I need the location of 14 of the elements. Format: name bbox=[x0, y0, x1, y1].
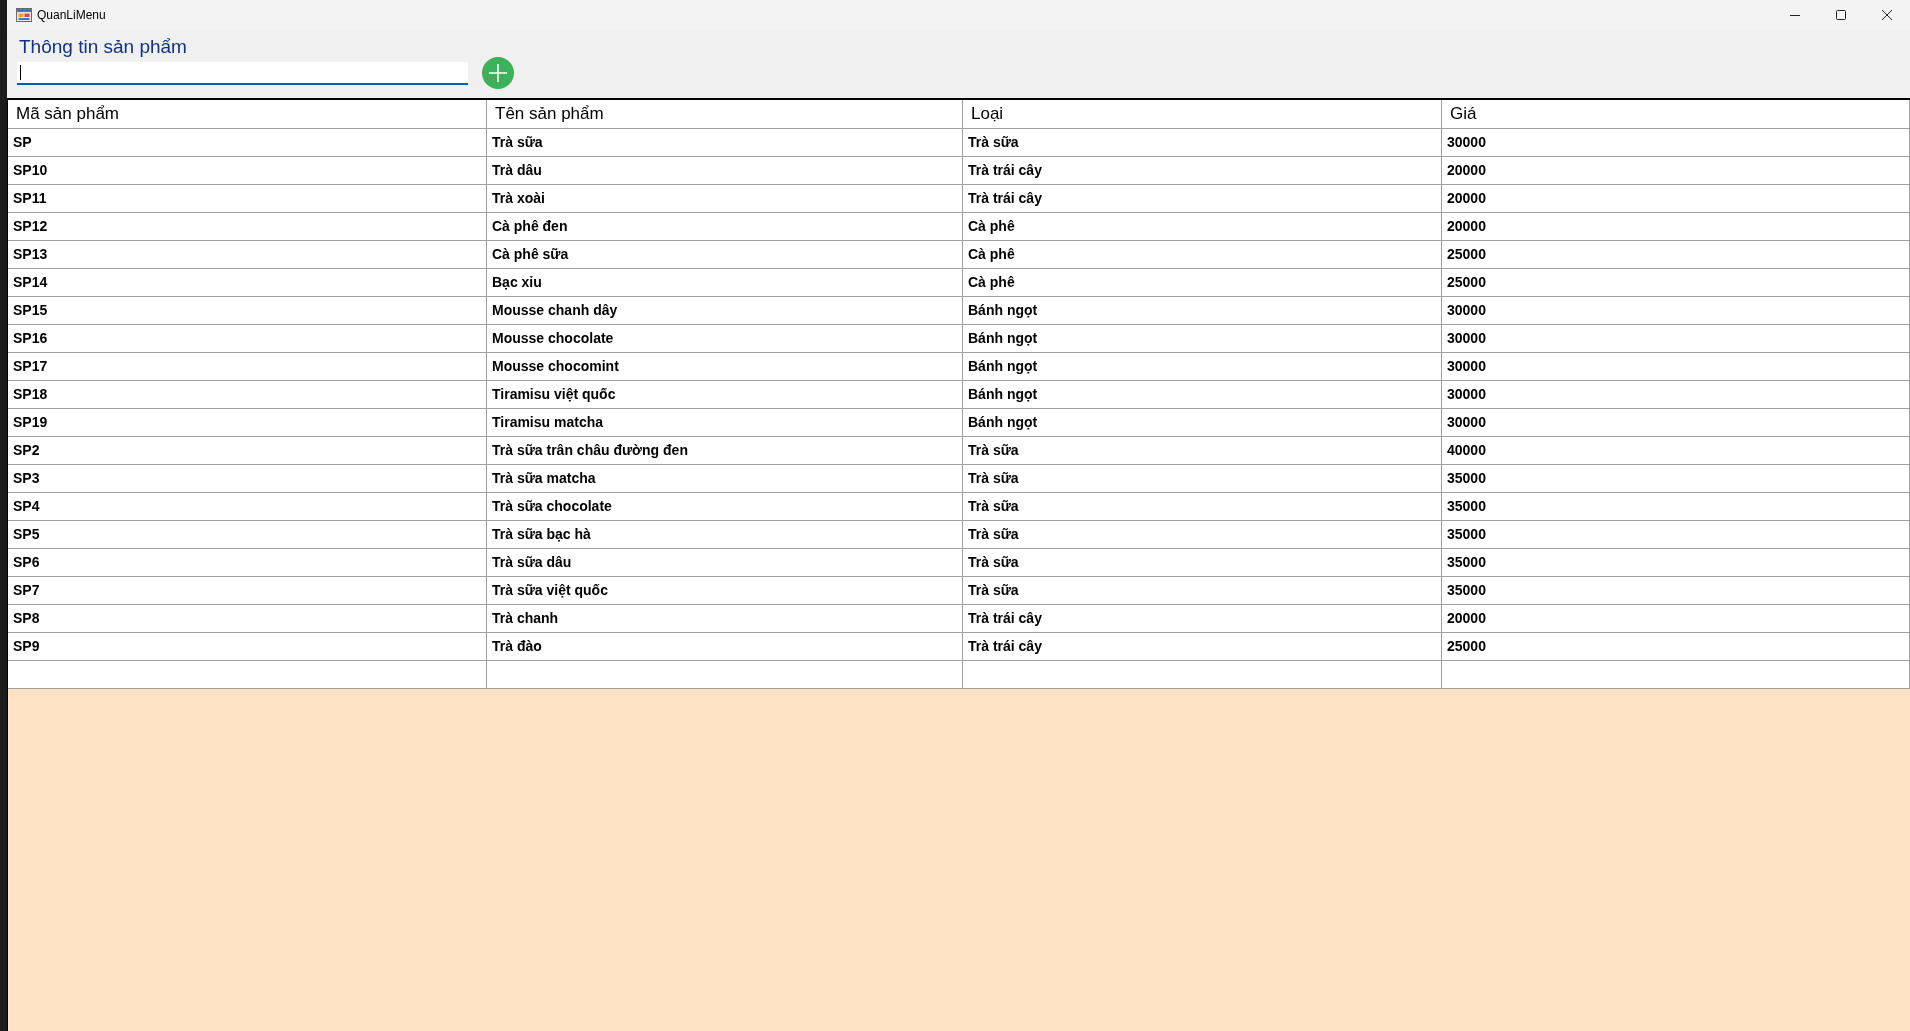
window-title: QuanLiMenu bbox=[37, 7, 106, 23]
new-row-cell[interactable] bbox=[1442, 661, 1910, 689]
section-label: Thông tin sản phẩm bbox=[19, 36, 187, 57]
minimize-icon bbox=[1790, 14, 1800, 16]
new-row-cell[interactable] bbox=[963, 661, 1442, 689]
input-field[interactable] bbox=[17, 61, 468, 85]
add-button[interactable] bbox=[482, 57, 514, 89]
new-row-cell[interactable] bbox=[487, 661, 963, 689]
new-row-cell[interactable] bbox=[8, 661, 487, 689]
close-icon bbox=[1882, 10, 1892, 20]
app-window-icon bbox=[16, 8, 32, 22]
plus-icon bbox=[489, 64, 507, 82]
text-cursor-icon bbox=[20, 64, 21, 80]
maximize-icon bbox=[1836, 10, 1846, 20]
